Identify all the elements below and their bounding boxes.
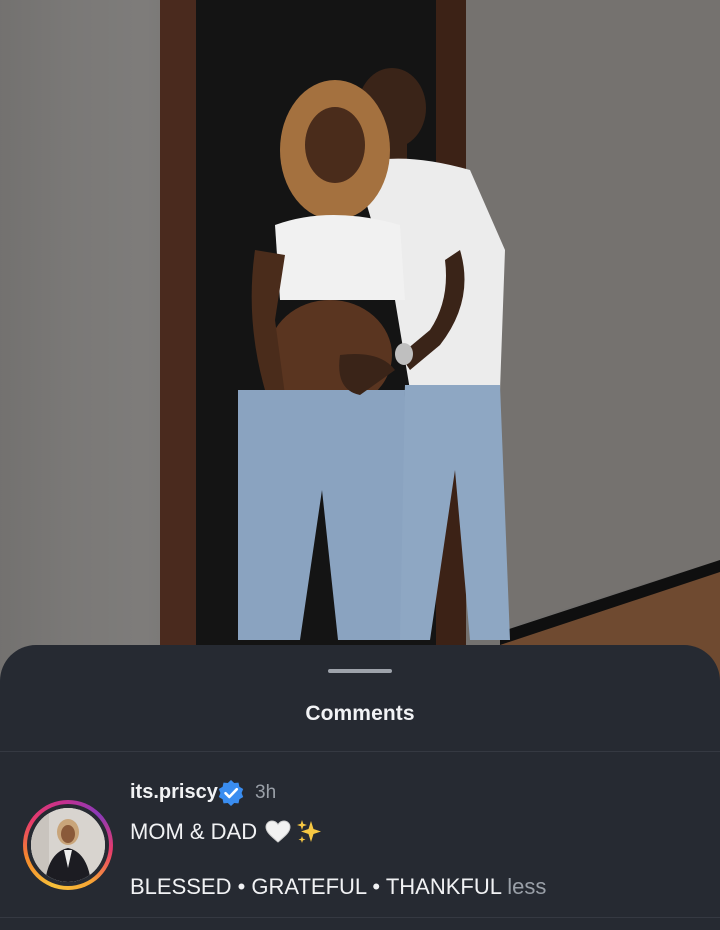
- comment-text: MOM & DAD: [130, 819, 258, 844]
- comment-text-line2: BLESSED • GRATEFUL • THANKFUL less: [130, 874, 546, 900]
- comment-timestamp: 3h: [255, 782, 277, 803]
- photo-icon: [0, 0, 720, 700]
- avatar[interactable]: [23, 800, 113, 890]
- verified-badge-icon: [218, 780, 244, 806]
- white-heart-icon: [265, 820, 291, 844]
- sparkles-icon: [295, 818, 323, 846]
- comment-text-tags: BLESSED • GRATEFUL • THANKFUL: [130, 874, 508, 899]
- comment-username[interactable]: its.priscy: [130, 781, 218, 804]
- avatar-image: [31, 808, 105, 882]
- divider: [0, 751, 720, 752]
- sheet-title: Comments: [305, 702, 415, 725]
- comments-sheet: Comments its.priscy 3h MOM & DAD BLESSED…: [0, 645, 720, 930]
- divider: [0, 917, 720, 918]
- comment-text-line1: MOM & DAD: [130, 818, 323, 846]
- less-button[interactable]: less: [507, 874, 546, 899]
- post-photo[interactable]: [0, 0, 720, 700]
- drag-handle[interactable]: [328, 669, 392, 673]
